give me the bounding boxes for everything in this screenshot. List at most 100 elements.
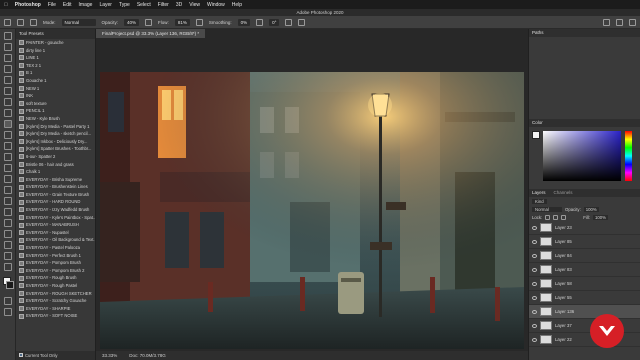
fg-color-chip[interactable] (532, 131, 540, 139)
more-tools-icon[interactable] (3, 263, 12, 271)
tool-preset-item[interactable]: INK (16, 92, 95, 100)
tool-preset-item[interactable]: EVERYDAY - Oil Background & Text... (16, 236, 95, 244)
paths-tab[interactable]: Paths (532, 29, 544, 37)
fill-input[interactable]: 100% (592, 214, 608, 220)
tool-preset-item[interactable]: [Kyle's] Dry Media - Pastel Party 1 (16, 123, 95, 131)
layer-row[interactable]: Layer 85 (529, 235, 640, 249)
hue-slider[interactable] (625, 131, 632, 181)
doc-size[interactable]: Doc: 70.0M/3.78G (129, 351, 166, 360)
angle-input[interactable]: 0° (269, 18, 280, 26)
menu-file[interactable]: File (48, 2, 56, 8)
tool-preset-item[interactable]: EVERYDAY - Brisha Supreme (16, 176, 95, 184)
search-icon[interactable] (603, 18, 610, 26)
tool-preset-item[interactable]: EVERYDAY - ROUGH SKETCHER (16, 290, 95, 298)
visibility-eye-icon[interactable] (532, 225, 537, 230)
eraser-tool-icon[interactable] (3, 153, 12, 161)
tool-preset-item[interactable]: [Kyle's] Inkbox - Deliciously Dry... (16, 138, 95, 146)
marquee-tool-icon[interactable] (3, 43, 12, 51)
share-icon[interactable] (629, 18, 636, 26)
tool-preset-item[interactable]: EVERYDAY - SHARPIE (16, 305, 95, 313)
zoom-tool-icon[interactable] (3, 252, 12, 260)
apple-icon[interactable]:  (4, 2, 8, 8)
quick-mask-icon[interactable] (3, 297, 12, 305)
pressure-size-icon[interactable] (285, 18, 293, 26)
menu-window[interactable]: Window (207, 2, 225, 8)
channels-tab[interactable]: Channels (554, 189, 573, 197)
layer-row[interactable]: Layer 55 (529, 291, 640, 305)
clone-stamp-tool-icon[interactable] (3, 131, 12, 139)
path-select-tool-icon[interactable] (3, 219, 12, 227)
opacity-input[interactable]: 40% (124, 18, 140, 26)
tool-preset-item[interactable]: 6-our- Spatter 2 (16, 153, 95, 161)
hand-tool-icon[interactable] (3, 241, 12, 249)
layer-row[interactable]: Layer 84 (529, 249, 640, 263)
healing-tool-icon[interactable] (3, 109, 12, 117)
workspace-icon[interactable] (616, 18, 623, 26)
pressure-opacity-icon[interactable] (145, 18, 153, 26)
color-tab[interactable]: Color (532, 119, 543, 127)
tool-preset-item[interactable]: EVERYDAY - Brushenstein Lines (16, 183, 95, 191)
tool-preset-item[interactable]: [Kyle's] Spatter Brushes - Toothbr... (16, 145, 95, 153)
layers-tab[interactable]: Layers (532, 189, 546, 197)
menu-layer[interactable]: Layer (99, 2, 112, 8)
tool-preset-item[interactable]: EVERYDAY - Izzy Wadfedd Brush (16, 206, 95, 214)
smoothing-settings-icon[interactable] (256, 18, 264, 26)
menu-3d[interactable]: 3D (176, 2, 182, 8)
visibility-eye-icon[interactable] (532, 309, 537, 314)
menu-view[interactable]: View (189, 2, 200, 8)
tool-preset-item[interactable]: EVERYDAY - Pompom Brush (16, 259, 95, 267)
visibility-eye-icon[interactable] (532, 295, 537, 300)
layer-row[interactable]: Layer 58 (529, 277, 640, 291)
tool-preset-item[interactable]: EVERYDAY - Grain Texture Brush (16, 191, 95, 199)
lock-all-icon[interactable] (561, 214, 567, 220)
menu-edit[interactable]: Edit (63, 2, 72, 8)
symmetry-icon[interactable] (298, 18, 306, 26)
canvas-artwork[interactable] (100, 72, 524, 349)
menu-image[interactable]: Image (79, 2, 93, 8)
shape-tool-icon[interactable] (3, 230, 12, 238)
home-icon[interactable] (4, 18, 11, 26)
tool-preset-item[interactable]: NEW - Kyle Brush (16, 115, 95, 123)
visibility-eye-icon[interactable] (532, 281, 537, 286)
brush-tool-icon[interactable] (17, 18, 24, 26)
airbrush-icon[interactable] (195, 18, 203, 26)
lasso-tool-icon[interactable] (3, 54, 12, 62)
lock-pixels-icon[interactable] (545, 214, 551, 220)
move-tool-icon[interactable] (3, 32, 12, 40)
flow-input[interactable]: 81% (174, 18, 190, 26)
document-tab[interactable]: FinalProject.psd @ 33.3% (Layer 136, RGB… (96, 29, 206, 38)
tool-preset-item[interactable]: soft texture (16, 100, 95, 108)
current-tool-only-checkbox[interactable]: Current Tool Only (16, 351, 95, 360)
tool-preset-item[interactable]: B 1 (16, 69, 95, 77)
layer-row[interactable]: Layer 23 (529, 221, 640, 235)
tool-preset-item[interactable]: EVERYDAY - Scratchy Gouache (16, 297, 95, 305)
menu-app-name[interactable]: Photoshop (15, 2, 41, 8)
menu-select[interactable]: Select (137, 2, 151, 8)
dodge-tool-icon[interactable] (3, 186, 12, 194)
visibility-eye-icon[interactable] (532, 267, 537, 272)
tool-preset-item[interactable]: EVERYDAY - Rough Pastel (16, 282, 95, 290)
tool-preset-item[interactable]: EVERYDAY - MANABRUSH (16, 221, 95, 229)
background-color-swatch[interactable] (6, 281, 14, 289)
tool-preset-item[interactable]: EVERYDAY - Perfect Brush 1 (16, 252, 95, 260)
layer-opacity-input[interactable]: 100% (583, 206, 599, 212)
tool-preset-item[interactable]: EVERYDAY - HARD ROUND (16, 198, 95, 206)
tool-preset-item[interactable]: EVERYDAY - Rough Brush (16, 274, 95, 282)
menu-filter[interactable]: Filter (158, 2, 169, 8)
tool-preset-item[interactable]: NEW 1 (16, 85, 95, 93)
tool-preset-item[interactable]: EVERYDAY - Kyle's Paintbox - Spat... (16, 214, 95, 222)
tool-preset-item[interactable]: EVERYDAY - Nupastel (16, 229, 95, 237)
kind-filter[interactable]: Kind (532, 198, 547, 204)
tool-preset-item[interactable]: PENCIL 1 (16, 107, 95, 115)
crop-tool-icon[interactable] (3, 76, 12, 84)
layer-row[interactable]: Layer 83 (529, 263, 640, 277)
visibility-eye-icon[interactable] (532, 239, 537, 244)
quick-select-tool-icon[interactable] (3, 65, 12, 73)
brush-tool-icon[interactable] (3, 120, 12, 128)
type-tool-icon[interactable] (3, 208, 12, 216)
tool-preset-item[interactable]: LINE 1 (16, 54, 95, 62)
mode-select[interactable]: Normal (61, 18, 96, 26)
menu-type[interactable]: Type (119, 2, 130, 8)
color-picker[interactable] (529, 127, 640, 189)
zoom-level[interactable]: 33.33% (102, 351, 117, 360)
